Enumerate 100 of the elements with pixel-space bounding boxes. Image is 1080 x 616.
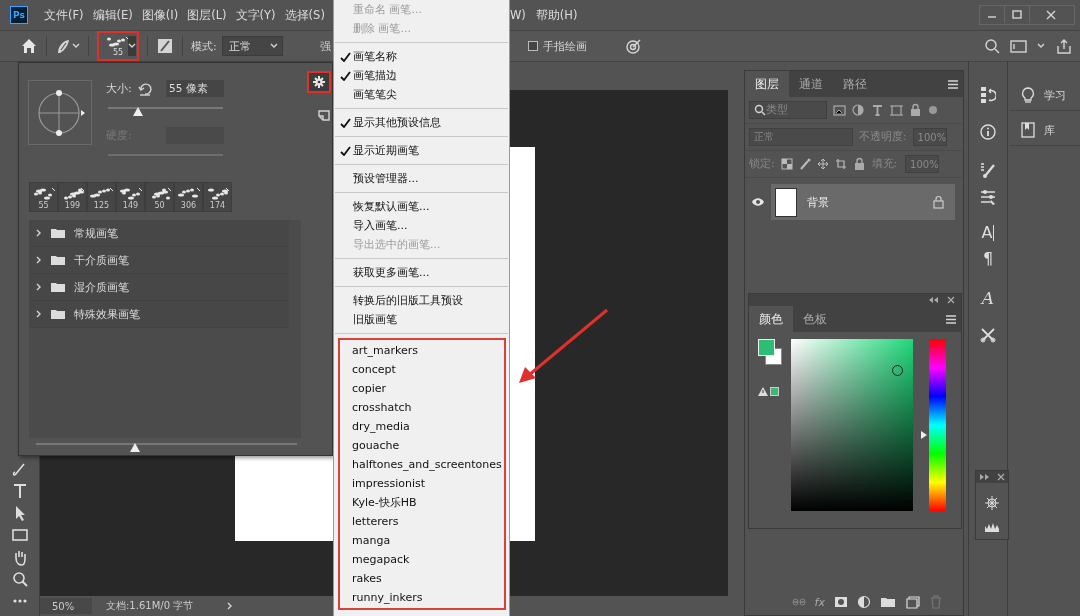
menu-item[interactable]: gouache — [340, 436, 504, 455]
new-preset-icon[interactable] — [317, 107, 331, 121]
folder-icon[interactable] — [880, 595, 896, 609]
menu-item[interactable]: impressionist — [340, 474, 504, 493]
layer-style-button[interactable]: fx — [814, 595, 825, 609]
type-tool-icon[interactable] — [11, 482, 28, 500]
chevron-icon[interactable] — [35, 228, 42, 238]
menu-item[interactable]: 画笔笔尖 — [334, 85, 509, 104]
zoom-icon[interactable] — [11, 570, 28, 588]
menu-item[interactable]: 编辑(E) — [92, 7, 133, 23]
menu-item[interactable]: copier — [340, 379, 504, 398]
menu-item[interactable]: 文件(F) — [44, 7, 84, 23]
chevron-icon[interactable] — [35, 282, 42, 292]
menu-item[interactable]: manga — [340, 531, 504, 550]
spider-web-icon[interactable] — [984, 495, 1000, 511]
crop-icon[interactable] — [834, 158, 847, 170]
reset-icon[interactable] — [137, 81, 152, 96]
menu-item[interactable]: 转换后的旧版工具预设 — [334, 291, 509, 310]
chevron-icon[interactable] — [35, 309, 42, 319]
brush-preset-picker[interactable]: 55 — [97, 31, 139, 61]
menu-item[interactable]: 画笔名称 — [334, 47, 509, 66]
recent-brush[interactable]: 174 — [203, 182, 232, 212]
zoom-level[interactable]: 50% — [40, 598, 92, 614]
settings-button[interactable] — [307, 71, 331, 93]
panel-menu-icon[interactable] — [945, 313, 957, 325]
info-icon[interactable] — [980, 124, 996, 140]
tools-icon[interactable] — [980, 327, 996, 343]
mode-dropdown[interactable]: 正常 — [221, 36, 283, 56]
menu-item[interactable]: 导入画笔... — [334, 216, 509, 235]
home-icon[interactable] — [20, 37, 38, 55]
menu-item[interactable]: crosshatch — [340, 398, 504, 417]
rectangle-icon[interactable] — [11, 526, 28, 544]
layer-row[interactable]: 背景 — [771, 184, 955, 220]
menu-item[interactable]: halftones_and_screentones — [340, 455, 504, 474]
menu-item[interactable]: 预设管理器... — [334, 169, 509, 188]
brush-panel-icon[interactable] — [156, 37, 174, 55]
collapse-icon[interactable] — [928, 296, 939, 304]
dock-panel-button[interactable]: 库 — [1010, 115, 1080, 146]
menu-item[interactable]: megapack — [340, 550, 504, 569]
menu-item[interactable]: 图像(I) — [141, 7, 179, 23]
menu-item[interactable]: Kyle-快乐HB — [340, 493, 504, 512]
caret-icon[interactable] — [72, 42, 80, 50]
recent-brush[interactable]: 50 — [145, 182, 174, 212]
close-icon[interactable] — [996, 473, 1005, 481]
brush-icon[interactable] — [798, 158, 811, 170]
brush-group[interactable]: 湿介质画笔 — [29, 274, 289, 301]
sliders-icon[interactable] — [980, 188, 996, 206]
lock-pixels-icon[interactable] — [780, 158, 793, 170]
menu-item[interactable]: W) — [510, 7, 526, 23]
paragraph-panel-button[interactable]: ¶ — [982, 251, 994, 267]
menu-item[interactable]: 显示近期画笔 — [334, 141, 509, 160]
history-icon[interactable] — [980, 86, 996, 104]
color-swatches[interactable] — [758, 339, 782, 365]
search-icon[interactable] — [984, 38, 1000, 54]
move-icon[interactable] — [816, 158, 829, 170]
share-icon[interactable] — [1055, 37, 1072, 55]
menu-item[interactable]: 显示其他预设信息 — [334, 113, 509, 132]
menu-item[interactable]: 文字(Y) — [235, 7, 276, 23]
adjustment-icon[interactable] — [857, 595, 871, 609]
caret-icon[interactable] — [1037, 42, 1045, 50]
slider-thumb[interactable] — [130, 443, 141, 452]
panel-menu-icon[interactable] — [947, 78, 959, 90]
image-filter-icon[interactable] — [833, 103, 846, 117]
panel-tab[interactable]: 色板 — [793, 306, 837, 332]
slider-thumb[interactable] — [921, 431, 927, 440]
recent-brush[interactable]: 199 — [58, 182, 87, 212]
menu-item[interactable]: 选择(S) — [284, 7, 325, 23]
type-filter-icon[interactable] — [871, 103, 884, 117]
panel-tab[interactable]: 路径 — [833, 71, 877, 97]
color-field[interactable] — [791, 339, 913, 511]
warning-icon[interactable] — [758, 387, 768, 396]
menu-item[interactable]: 图层(L) — [187, 7, 227, 23]
workspace-icon[interactable] — [1010, 37, 1027, 55]
panel-tab[interactable]: 图层 — [745, 71, 789, 97]
eye-icon[interactable] — [751, 196, 765, 208]
menu-item[interactable]: letterers — [340, 512, 504, 531]
chevron-icon[interactable] — [35, 255, 42, 265]
character-panel-button[interactable]: A — [981, 225, 995, 241]
panel-tab[interactable]: 颜色 — [749, 306, 793, 332]
recent-brush[interactable]: 125 — [87, 182, 116, 212]
shape-filter-icon[interactable] — [890, 103, 903, 117]
recent-brush[interactable]: 306 — [174, 182, 203, 212]
menu-item[interactable]: 恢复默认画笔... — [334, 197, 509, 216]
slider-thumb[interactable] — [132, 107, 143, 116]
brush-group[interactable]: 干介质画笔 — [29, 247, 289, 274]
expand-icon[interactable] — [979, 473, 991, 481]
size-field[interactable]: 55 像素 — [166, 80, 224, 97]
gamut-swatch[interactable] — [770, 387, 779, 396]
menu-item[interactable]: 获取更多画笔... — [334, 263, 509, 282]
menu-item[interactable]: 画笔描边 — [334, 66, 509, 85]
mask-icon[interactable] — [834, 595, 848, 609]
recent-brush[interactable]: 55 — [29, 182, 58, 212]
chevron-icon[interactable] — [226, 601, 233, 611]
glyphs-panel-button[interactable]: A — [981, 290, 995, 306]
menu-item[interactable]: concept — [340, 360, 504, 379]
toggle-dot-icon[interactable] — [928, 105, 938, 115]
checkbox[interactable] — [528, 41, 538, 51]
brush-group[interactable]: 特殊效果画笔 — [29, 301, 289, 328]
menu-item[interactable]: 旧版画笔 — [334, 310, 509, 329]
brush-tool-icon[interactable] — [55, 37, 72, 55]
